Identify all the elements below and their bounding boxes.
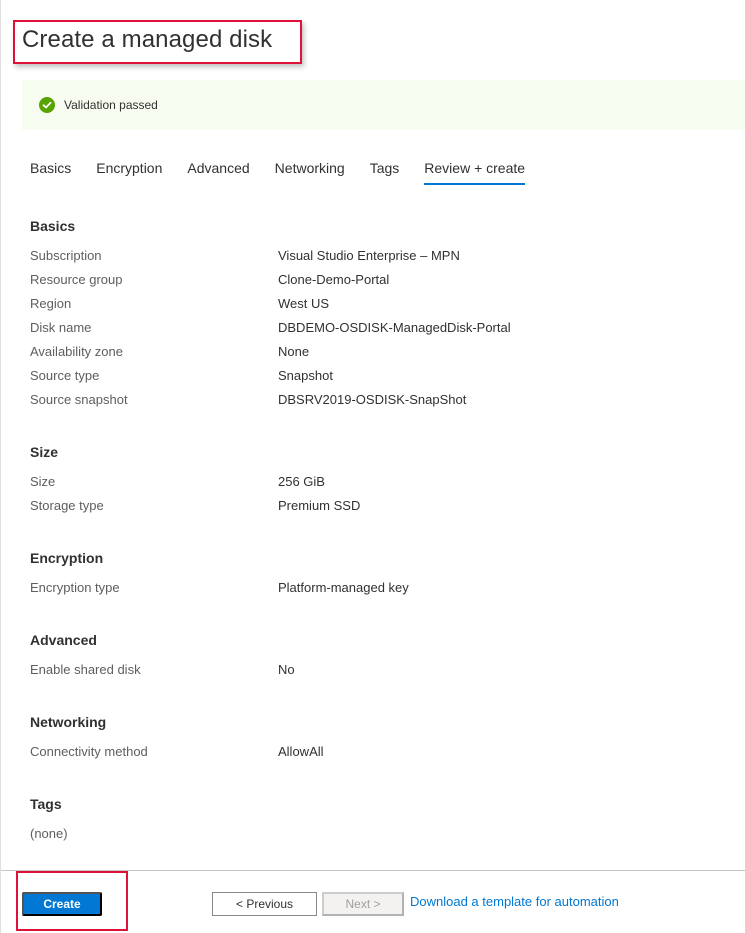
summary-row: Disk name DBDEMO-OSDISK-ManagedDisk-Porta… [30,320,730,344]
validation-banner: Validation passed [22,80,745,130]
section-title: Size [30,444,59,460]
row-value: 256 GiB [278,474,325,489]
create-button[interactable]: Create [22,892,102,916]
row-value: DBDEMO-OSDISK-ManagedDisk-Portal [278,320,511,335]
section-title: Basics [30,218,76,234]
tab-basics[interactable]: Basics [30,160,71,186]
row-value: No [278,662,295,677]
section-title: Encryption [30,550,104,566]
review-summary: Basics Subscription Visual Studio Enterpr… [30,218,730,850]
section-size: Size Size 256 GiB Storage type Premium SSD [30,444,730,522]
previous-button[interactable]: < Previous [212,892,317,916]
row-label: Size [30,474,56,489]
summary-row: (none) [30,826,730,850]
check-circle-icon [39,97,55,113]
summary-row: Subscription Visual Studio Enterprise – M… [30,248,730,272]
section-title: Networking [30,714,107,730]
row-value: AllowAll [278,744,324,759]
tab-review-create[interactable]: Review + create [424,160,525,186]
section-basics: Basics Subscription Visual Studio Enterpr… [30,218,730,416]
section-title: Tags [30,796,62,812]
summary-row: Source type Snapshot [30,368,730,392]
row-value: Clone-Demo-Portal [278,272,390,287]
row-value: West US [278,296,330,311]
tab-bar: Basics Encryption Advanced Networking Ta… [30,160,550,186]
summary-row: Region West US [30,296,730,320]
section-networking: Networking Connectivity method AllowAll [30,714,730,768]
summary-row: Encryption type Platform-managed key [30,580,730,604]
row-label: Encryption type [30,580,120,595]
summary-row: Size 256 GiB [30,474,730,498]
summary-row: Availability zone None [30,344,730,368]
summary-row: Enable shared disk No [30,662,730,686]
row-label: Storage type [30,498,104,513]
row-label: Region [30,296,72,311]
row-value: Snapshot [278,368,333,383]
section-advanced: Advanced Enable shared disk No [30,632,730,686]
summary-row: Storage type Premium SSD [30,498,730,522]
row-label: Source snapshot [30,392,128,407]
summary-row: Resource group Clone-Demo-Portal [30,272,730,296]
row-label: Disk name [30,320,92,335]
row-label: Resource group [30,272,123,287]
download-template-link[interactable]: Download a template for automation [410,894,619,909]
row-label: Availability zone [30,344,123,359]
row-label: Connectivity method [30,744,148,759]
row-value: Premium SSD [278,498,361,513]
section-tags: Tags (none) [30,796,730,850]
tab-advanced[interactable]: Advanced [187,160,249,186]
row-label: (none) [30,826,68,841]
row-value: DBSRV2019-OSDISK-SnapShot [278,392,467,407]
tab-tags[interactable]: Tags [370,160,400,186]
tab-encryption[interactable]: Encryption [96,160,162,186]
row-label: Subscription [30,248,102,263]
summary-row: Source snapshot DBSRV2019-OSDISK-SnapShot [30,392,730,416]
next-button[interactable]: Next > [322,892,404,916]
page-title: Create a managed disk [22,26,273,53]
row-label: Source type [30,368,100,383]
row-value: Platform-managed key [278,580,409,595]
page: Create a managed disk Validation passed … [0,0,745,933]
validation-text: Validation passed [64,98,158,112]
tab-networking[interactable]: Networking [275,160,345,186]
section-title: Advanced [30,632,97,648]
row-value: None [278,344,310,359]
row-value: Visual Studio Enterprise – MPN [278,248,460,263]
summary-row: Connectivity method AllowAll [30,744,730,768]
section-encryption: Encryption Encryption type Platform-manag… [30,550,730,604]
row-label: Enable shared disk [30,662,141,677]
